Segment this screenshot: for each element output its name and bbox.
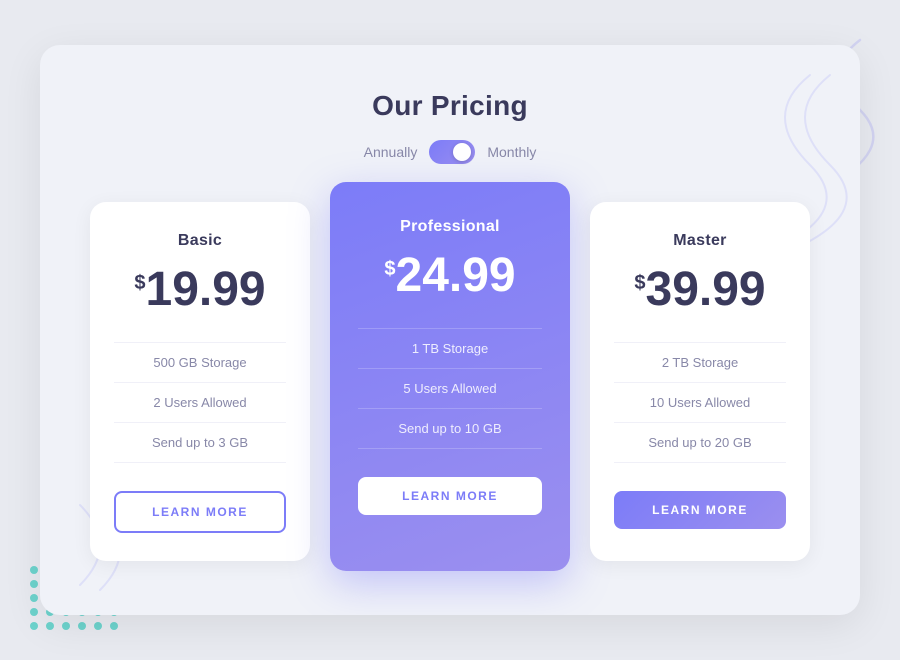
toggle-label-monthly: Monthly xyxy=(487,144,536,160)
feature-item-professional-1: 5 Users Allowed xyxy=(358,368,542,408)
toggle-knob xyxy=(453,143,471,161)
feature-item-professional-0: 1 TB Storage xyxy=(358,328,542,368)
billing-toggle[interactable] xyxy=(429,140,475,164)
features-list-master: 2 TB Storage10 Users AllowedSend up to 2… xyxy=(614,342,786,463)
plan-card-basic: Basic $19.99 500 GB Storage2 Users Allowed… xyxy=(90,202,310,561)
price-currency-basic: $ xyxy=(134,272,145,295)
price-amount-professional: 24.99 xyxy=(396,252,516,300)
feature-item-master-1: 10 Users Allowed xyxy=(614,382,786,422)
feature-item-basic-2: Send up to 3 GB xyxy=(114,422,286,463)
learn-more-button-master[interactable]: LEARN MORE xyxy=(614,491,786,529)
price-currency-professional: $ xyxy=(384,258,395,281)
price-currency-master: $ xyxy=(634,272,645,295)
learn-more-button-professional[interactable]: LEARN MORE xyxy=(358,477,542,515)
toggle-label-annually: Annually xyxy=(364,144,418,160)
plan-name-basic: Basic xyxy=(178,232,222,250)
page-title: Our Pricing xyxy=(372,90,528,122)
main-pricing-card: Our Pricing Annually Monthly Basic $19.99… xyxy=(40,45,860,615)
price-amount-master: 39.99 xyxy=(646,266,766,314)
feature-item-basic-0: 500 GB Storage xyxy=(114,342,286,382)
plan-name-master: Master xyxy=(673,232,726,250)
feature-item-master-2: Send up to 20 GB xyxy=(614,422,786,463)
feature-item-basic-1: 2 Users Allowed xyxy=(114,382,286,422)
feature-item-master-0: 2 TB Storage xyxy=(614,342,786,382)
billing-toggle-row: Annually Monthly xyxy=(364,140,537,164)
features-list-professional: 1 TB Storage5 Users AllowedSend up to 10… xyxy=(358,328,542,449)
plan-card-professional: Professional $24.99 1 TB Storage5 Users Al… xyxy=(330,182,570,571)
price-amount-basic: 19.99 xyxy=(146,266,266,314)
plan-price-row-master: $39.99 xyxy=(634,266,765,314)
feature-item-professional-2: Send up to 10 GB xyxy=(358,408,542,449)
plan-card-master: Master $39.99 2 TB Storage10 Users Allowed… xyxy=(590,202,810,561)
plan-price-row-basic: $19.99 xyxy=(134,266,265,314)
learn-more-button-basic[interactable]: LEARN MORE xyxy=(114,491,286,533)
plan-name-professional: Professional xyxy=(400,218,500,236)
plan-price-row-professional: $24.99 xyxy=(384,252,515,300)
pricing-cards-container: Basic $19.99 500 GB Storage2 Users Allowed… xyxy=(90,202,810,561)
features-list-basic: 500 GB Storage2 Users AllowedSend up to … xyxy=(114,342,286,463)
